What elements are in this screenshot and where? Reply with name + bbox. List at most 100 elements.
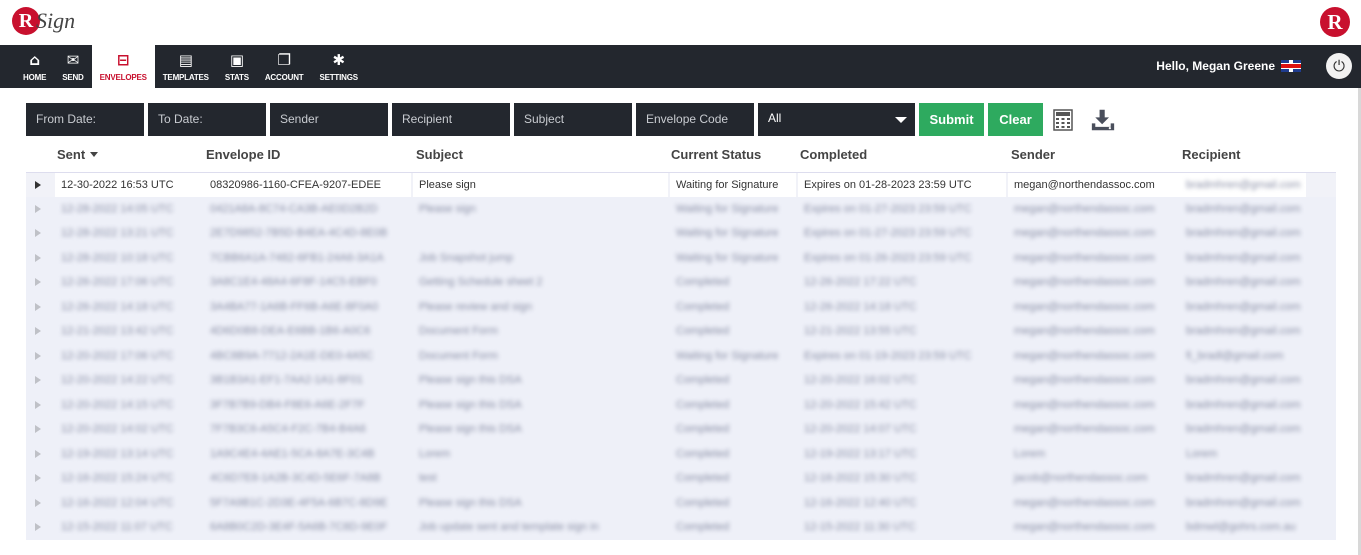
nav-item-label: ENVELOPES bbox=[99, 72, 147, 82]
to-date-input[interactable] bbox=[148, 103, 266, 136]
table-row[interactable]: 12-28-2022 13:21 UTC 2E7D9852-7B5D-B4EA-4… bbox=[26, 221, 1336, 246]
table-row[interactable]: 12-26-2022 17:06 UTC 3A8C1E4-48A4-6F8F-14… bbox=[26, 270, 1336, 295]
table-row[interactable]: 12-20-2022 14:02 UTC 7F7B3C6-A5C4-F2C-7B4… bbox=[26, 417, 1336, 442]
cell-sent: 12-26-2022 17:06 UTC bbox=[61, 276, 174, 288]
nav-item-account[interactable]: ❐ ACCOUNT bbox=[257, 45, 312, 88]
column-recipient[interactable]: Recipient bbox=[1182, 147, 1241, 162]
envelopes-icon: ⊟ bbox=[117, 50, 130, 69]
cell-sender: megan@northendassoc.com bbox=[1014, 325, 1155, 337]
expand-row-icon[interactable] bbox=[35, 229, 41, 237]
column-current-status[interactable]: Current Status bbox=[671, 147, 761, 162]
expand-row-icon[interactable] bbox=[35, 302, 41, 311]
cell-envelope-id: 3A8C1E4-48A4-6F8F-14C5-EBF0 bbox=[210, 276, 377, 288]
cell-sender: Lorem bbox=[1014, 447, 1046, 460]
cell-recipient: bradmhren@gmail.com bbox=[1186, 300, 1301, 313]
cell-sender: megan@northendassoc.com bbox=[1014, 374, 1155, 386]
expand-row-icon[interactable] bbox=[35, 351, 41, 360]
cell-status: Completed bbox=[676, 374, 730, 386]
expand-row-icon[interactable] bbox=[35, 425, 41, 433]
cell-recipient: bradmhren@gmail.com bbox=[1186, 227, 1301, 239]
table-row[interactable]: 12-15-2022 11:07 UTC 6A8B0C2D-3E4F-5A6B-7… bbox=[26, 515, 1336, 540]
expand-row-icon[interactable] bbox=[35, 181, 41, 189]
expand-row-icon[interactable] bbox=[35, 474, 41, 482]
clear-button[interactable]: Clear bbox=[988, 103, 1043, 136]
column-completed[interactable]: Completed bbox=[800, 147, 867, 162]
cell-recipient: bdmwl@gohrs.com.au bbox=[1186, 521, 1296, 533]
nav-item-label: ACCOUNT bbox=[264, 72, 304, 82]
nav-item-templates[interactable]: ▤ TEMPLATES bbox=[155, 45, 217, 88]
cell-completed: Expires on 01-28-2023 23:59 UTC bbox=[804, 179, 972, 191]
filter-bar: All Submit Clear bbox=[26, 103, 1127, 136]
main-navbar: ⌂ HOME ✉ SEND ⊟ ENVELOPES ▤ TEMPLATES ▣ STATS ❐ ACC… bbox=[0, 45, 1361, 88]
logout-power-icon[interactable]: ⏻ bbox=[1326, 53, 1352, 79]
expand-row-icon[interactable] bbox=[35, 278, 41, 286]
rsign-logo[interactable]: R Sign bbox=[12, 6, 75, 40]
table-row[interactable]: 12-26-2022 14:18 UTC 3A4BA77-1A6B-FF6B-A6… bbox=[26, 294, 1336, 319]
table-row[interactable]: 12-16-2022 12:04 UTC 5F7A9B1C-2D3E-4F5A-6… bbox=[26, 490, 1336, 515]
table-row[interactable]: 12-20-2022 14:15 UTC 3F7B7B9-DB4-F8E6-A6E… bbox=[26, 392, 1336, 417]
nav-item-envelopes[interactable]: ⊟ ENVELOPES bbox=[91, 45, 155, 88]
submit-button[interactable]: Submit bbox=[919, 103, 984, 136]
cell-subject: Getting Schedule sheet 2 bbox=[419, 276, 543, 288]
table-row[interactable]: 12-21-2022 13:42 UTC 4D6D0B8-DEA-E6BB-1B6… bbox=[26, 319, 1336, 344]
table-row[interactable]: 12-20-2022 17:06 UTC 4BC8B9A-7712-2A1E-DE… bbox=[26, 343, 1336, 368]
expand-row-icon[interactable] bbox=[35, 449, 41, 458]
cell-completed: 12-21-2022 13:55 UTC bbox=[804, 325, 917, 337]
calendar-grid-icon[interactable] bbox=[1051, 103, 1075, 136]
uk-flag-icon[interactable] bbox=[1281, 60, 1301, 72]
sender-input[interactable] bbox=[270, 103, 388, 136]
expand-row-icon[interactable] bbox=[35, 204, 41, 213]
cell-status: Completed bbox=[676, 472, 730, 484]
sort-desc-icon bbox=[90, 152, 99, 157]
table-row[interactable]: 12-30-2022 16:53 UTC 08320986-1160-CFEA-9… bbox=[26, 172, 1336, 197]
nav-item-stats[interactable]: ▣ STATS bbox=[217, 45, 257, 88]
status-select[interactable]: All bbox=[758, 103, 915, 136]
column-sent-label: Sent bbox=[57, 147, 86, 162]
subject-input[interactable] bbox=[514, 103, 632, 136]
cell-sent: 12-21-2022 13:42 UTC bbox=[61, 325, 174, 337]
expand-row-icon[interactable] bbox=[35, 498, 41, 507]
nav-item-settings[interactable]: ✱ SETTINGS bbox=[311, 45, 365, 88]
table-row[interactable]: 12-28-2022 10:18 UTC 7CBB6A1A-7482-6FB1-2… bbox=[26, 245, 1336, 270]
table-row[interactable]: 12-20-2022 14:22 UTC 3B1B3A1-EF1-7AA2-1A1… bbox=[26, 368, 1336, 393]
cell-sender: megan@northendassoc.com bbox=[1014, 300, 1155, 313]
cell-status: Completed bbox=[676, 447, 730, 460]
cell-sent: 12-16-2022 15:24 UTC bbox=[61, 472, 174, 484]
expand-row-icon[interactable] bbox=[35, 253, 41, 262]
column-subject[interactable]: Subject bbox=[416, 147, 463, 162]
cell-completed: Expires on 01-27-2023 23:59 UTC bbox=[804, 227, 972, 239]
from-date-input[interactable] bbox=[26, 103, 144, 136]
nav-item-label: HOME bbox=[23, 72, 47, 82]
envelope-table: 12-30-2022 16:53 UTC 08320986-1160-CFEA-9… bbox=[26, 172, 1336, 540]
expand-row-icon[interactable] bbox=[35, 327, 41, 335]
envelope-code-input[interactable] bbox=[636, 103, 754, 136]
cell-sender: megan@northendassoc.com bbox=[1014, 423, 1155, 435]
cell-recipient: bradmhren@gmail.com bbox=[1186, 179, 1301, 191]
cell-completed: 12-26-2022 17:22 UTC bbox=[804, 276, 917, 288]
cell-recipient: bradmhren@gmail.com bbox=[1186, 472, 1301, 484]
column-sender[interactable]: Sender bbox=[1011, 147, 1055, 162]
recipient-input[interactable] bbox=[392, 103, 510, 136]
column-sent[interactable]: Sent bbox=[57, 147, 99, 162]
cell-status: Completed bbox=[676, 300, 730, 313]
cell-sender: jacob@northendassoc.com bbox=[1014, 472, 1148, 484]
cell-subject: Document Form bbox=[419, 349, 498, 362]
cell-recipient: bradmhren@gmail.com bbox=[1186, 496, 1301, 509]
table-row[interactable]: 12-19-2022 13:14 UTC 1A9C4E4-4AE1-5CA-8A7… bbox=[26, 441, 1336, 466]
expand-row-icon[interactable] bbox=[35, 523, 41, 531]
expand-row-icon[interactable] bbox=[35, 400, 41, 409]
cell-completed: 12-16-2022 12:40 UTC bbox=[804, 496, 917, 509]
cell-sender: megan@northendassoc.com bbox=[1014, 179, 1155, 191]
nav-item-home[interactable]: ⌂ HOME bbox=[15, 45, 54, 88]
grid-header: Sent Envelope ID Subject Current Status … bbox=[26, 140, 1336, 168]
cell-envelope-id: 4C6D7E8-1A2B-3C4D-5E6F-7A8B bbox=[210, 472, 381, 484]
column-envelope-id[interactable]: Envelope ID bbox=[206, 147, 280, 162]
cell-sent: 12-20-2022 14:15 UTC bbox=[61, 398, 174, 411]
table-row[interactable]: 12-28-2022 14:05 UTC 0421A8A-8C74-CA3B-AE… bbox=[26, 196, 1336, 221]
expand-row-icon[interactable] bbox=[35, 376, 41, 384]
cell-sent: 12-16-2022 12:04 UTC bbox=[61, 496, 174, 509]
table-row[interactable]: 12-16-2022 15:24 UTC 4C6D7E8-1A2B-3C4D-5E… bbox=[26, 466, 1336, 491]
download-icon[interactable] bbox=[1091, 103, 1115, 136]
cell-status: Waiting for Signature bbox=[676, 179, 779, 191]
nav-item-send[interactable]: ✉ SEND bbox=[54, 45, 91, 88]
